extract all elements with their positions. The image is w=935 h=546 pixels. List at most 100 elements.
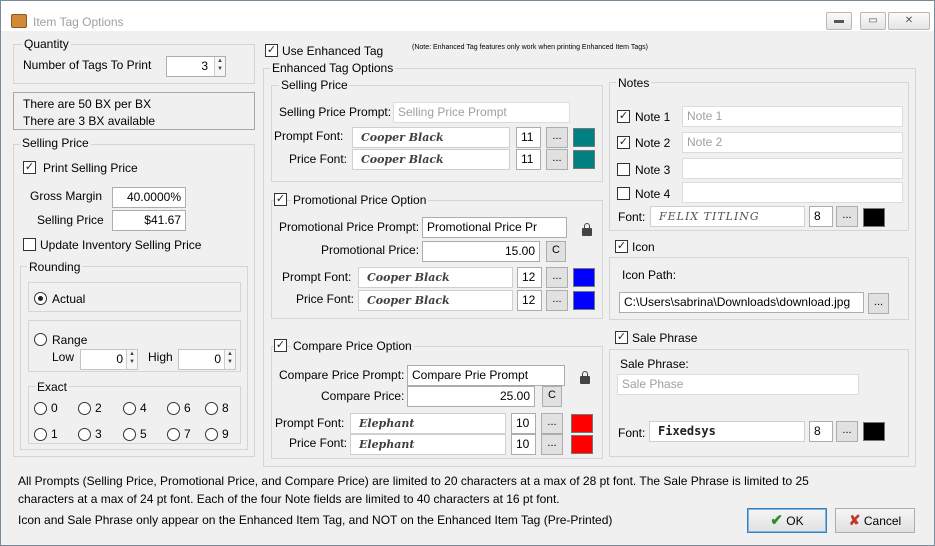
sale-phrase-group-label: Sale Phrase	[632, 331, 698, 345]
sale-phrase-font-button[interactable]: ...	[836, 421, 858, 442]
note-4-label: Note 4	[635, 187, 671, 201]
note-3-checkbox[interactable]	[617, 163, 630, 176]
promo-calc-button[interactable]: C	[546, 241, 566, 262]
compare-price-font-button[interactable]: ...	[541, 434, 563, 455]
update-inventory-checkbox[interactable]	[23, 238, 36, 251]
sp-prompt-size-input[interactable]: 11	[516, 127, 541, 148]
compare-calc-button[interactable]: C	[542, 386, 562, 407]
use-enhanced-checkbox[interactable]: ✓	[265, 44, 278, 57]
low-spinner[interactable]: ▲ ▼	[126, 350, 137, 369]
note-3-label: Note 3	[635, 163, 671, 177]
compare-prompt-input[interactable]: Compare Prie Prompt	[407, 365, 565, 386]
window-title: Item Tag Options	[33, 15, 124, 29]
note-4-input[interactable]	[682, 182, 903, 203]
note-1-input[interactable]: Note 1	[682, 106, 903, 127]
gross-margin-input[interactable]: 40.0000%	[112, 187, 186, 208]
promo-prompt-size-input[interactable]: 12	[517, 267, 542, 288]
note-3-input[interactable]	[682, 158, 903, 179]
exact-radio-9[interactable]	[205, 428, 218, 441]
note-4-checkbox[interactable]	[617, 187, 630, 200]
compare-price-input[interactable]: 25.00	[407, 386, 535, 407]
cancel-button[interactable]: ✘ Cancel	[835, 508, 915, 533]
icon-checkbox[interactable]: ✓	[615, 240, 628, 253]
high-spinner[interactable]: ▲ ▼	[224, 350, 235, 369]
promo-price-size-input[interactable]: 12	[517, 290, 542, 311]
promo-lock-icon	[582, 223, 592, 236]
compare-prompt-font-button[interactable]: ...	[541, 413, 563, 434]
selling-price-label: Selling Price	[37, 213, 104, 227]
exact-digit-7: 7	[184, 427, 191, 441]
sale-phrase-input[interactable]: Sale Phase	[617, 374, 859, 395]
notes-color-swatch[interactable]	[863, 208, 885, 227]
note-2-input[interactable]: Note 2	[682, 132, 903, 153]
exact-radio-4[interactable]	[123, 402, 136, 415]
notes-font-button[interactable]: ...	[836, 206, 858, 227]
compare-price-size-input[interactable]: 10	[511, 434, 536, 455]
notes-font-label: Font:	[618, 210, 646, 224]
compare-prompt-color-swatch[interactable]	[571, 414, 593, 433]
sp-price-size-input[interactable]: 11	[516, 149, 541, 170]
promo-price-font-display: Cooper Black	[358, 290, 513, 311]
exact-radio-8[interactable]	[205, 402, 218, 415]
exact-radio-5[interactable]	[123, 428, 136, 441]
promo-checkbox[interactable]: ✓	[274, 193, 287, 206]
icon-browse-button[interactable]: ...	[868, 293, 889, 314]
notes-size-input[interactable]: 8	[809, 206, 833, 227]
stock-line-2: There are 3 BX available	[23, 114, 156, 128]
sale-phrase-checkbox[interactable]: ✓	[615, 331, 628, 344]
selling-price-input[interactable]: $41.67	[112, 210, 186, 231]
sp-prompt-font-button[interactable]: ...	[546, 127, 568, 148]
title-bar: Item Tag Options ▬ ▭ ✕	[1, 1, 934, 31]
promo-prompt-input[interactable]: Promotional Price Pr	[422, 217, 567, 238]
compare-prompt-size-input[interactable]: 10	[511, 413, 536, 434]
promo-price-font-button[interactable]: ...	[546, 290, 568, 311]
gross-margin-label: Gross Margin	[30, 189, 103, 203]
compare-price-font-label: Price Font:	[289, 436, 348, 450]
sp-price-color-swatch[interactable]	[573, 150, 595, 169]
sale-phrase-color-swatch[interactable]	[863, 422, 885, 441]
promo-price-input[interactable]: 15.00	[422, 241, 540, 262]
promo-prompt-font-button[interactable]: ...	[546, 267, 568, 288]
promo-prompt-color-swatch[interactable]	[573, 268, 595, 287]
low-label: Low	[52, 350, 75, 364]
sale-phrase-size-input[interactable]: 8	[809, 421, 833, 442]
exact-radio-3[interactable]	[78, 428, 91, 441]
exact-label: Exact	[35, 380, 70, 394]
sp-prompt-font-label: Prompt Font:	[274, 129, 344, 143]
compare-price-color-swatch[interactable]	[571, 435, 593, 454]
exact-radio-1[interactable]	[34, 428, 47, 441]
close-button[interactable]: ✕	[888, 12, 930, 30]
exact-radio-6[interactable]	[167, 402, 180, 415]
range-radio[interactable]	[34, 333, 47, 346]
print-selling-price-label: Print Selling Price	[43, 161, 138, 175]
sp-prompt-input[interactable]: Selling Price Prompt	[393, 102, 570, 123]
exact-radio-7[interactable]	[167, 428, 180, 441]
promo-price-color-swatch[interactable]	[573, 291, 595, 310]
actual-label: Actual	[52, 292, 86, 306]
icon-path-input[interactable]: C:\Users\sabrina\Downloads\download.jpg	[619, 292, 864, 313]
sp-prompt-color-swatch[interactable]	[573, 128, 595, 147]
actual-radio[interactable]	[34, 292, 47, 305]
promo-price-label: Promotional Price:	[321, 243, 420, 257]
compare-price-font-display: Elephant	[350, 434, 506, 455]
minimize-button[interactable]: ▬	[826, 12, 852, 30]
note-2-checkbox[interactable]: ✓	[617, 136, 630, 149]
sp-prompt-label: Selling Price Prompt:	[279, 105, 392, 119]
exact-radio-0[interactable]	[34, 402, 47, 415]
print-selling-price-checkbox[interactable]: ✓	[23, 161, 36, 174]
cancel-button-label: Cancel	[863, 514, 902, 528]
maximize-button[interactable]: ▭	[860, 12, 886, 30]
footer-note-1: All Prompts (Selling Price, Promotional …	[18, 474, 809, 488]
sp-price-font-button[interactable]: ...	[546, 149, 568, 170]
range-label: Range	[52, 333, 88, 347]
dialog-window: Item Tag Options ▬ ▭ ✕ Quantity Number o…	[0, 0, 935, 546]
exact-radio-2[interactable]	[78, 402, 91, 415]
compare-checkbox[interactable]: ✓	[274, 339, 287, 352]
sale-phrase-font-label: Font:	[618, 426, 646, 440]
note-2-label: Note 2	[635, 136, 671, 150]
note-1-checkbox[interactable]: ✓	[617, 110, 630, 123]
ok-button[interactable]: ✔ OK	[747, 508, 827, 533]
tags-spinner[interactable]: ▲ ▼	[214, 57, 225, 76]
stock-line-1: There are 50 BX per BX	[23, 97, 152, 111]
enhanced-options-label: Enhanced Tag Options	[270, 61, 396, 75]
